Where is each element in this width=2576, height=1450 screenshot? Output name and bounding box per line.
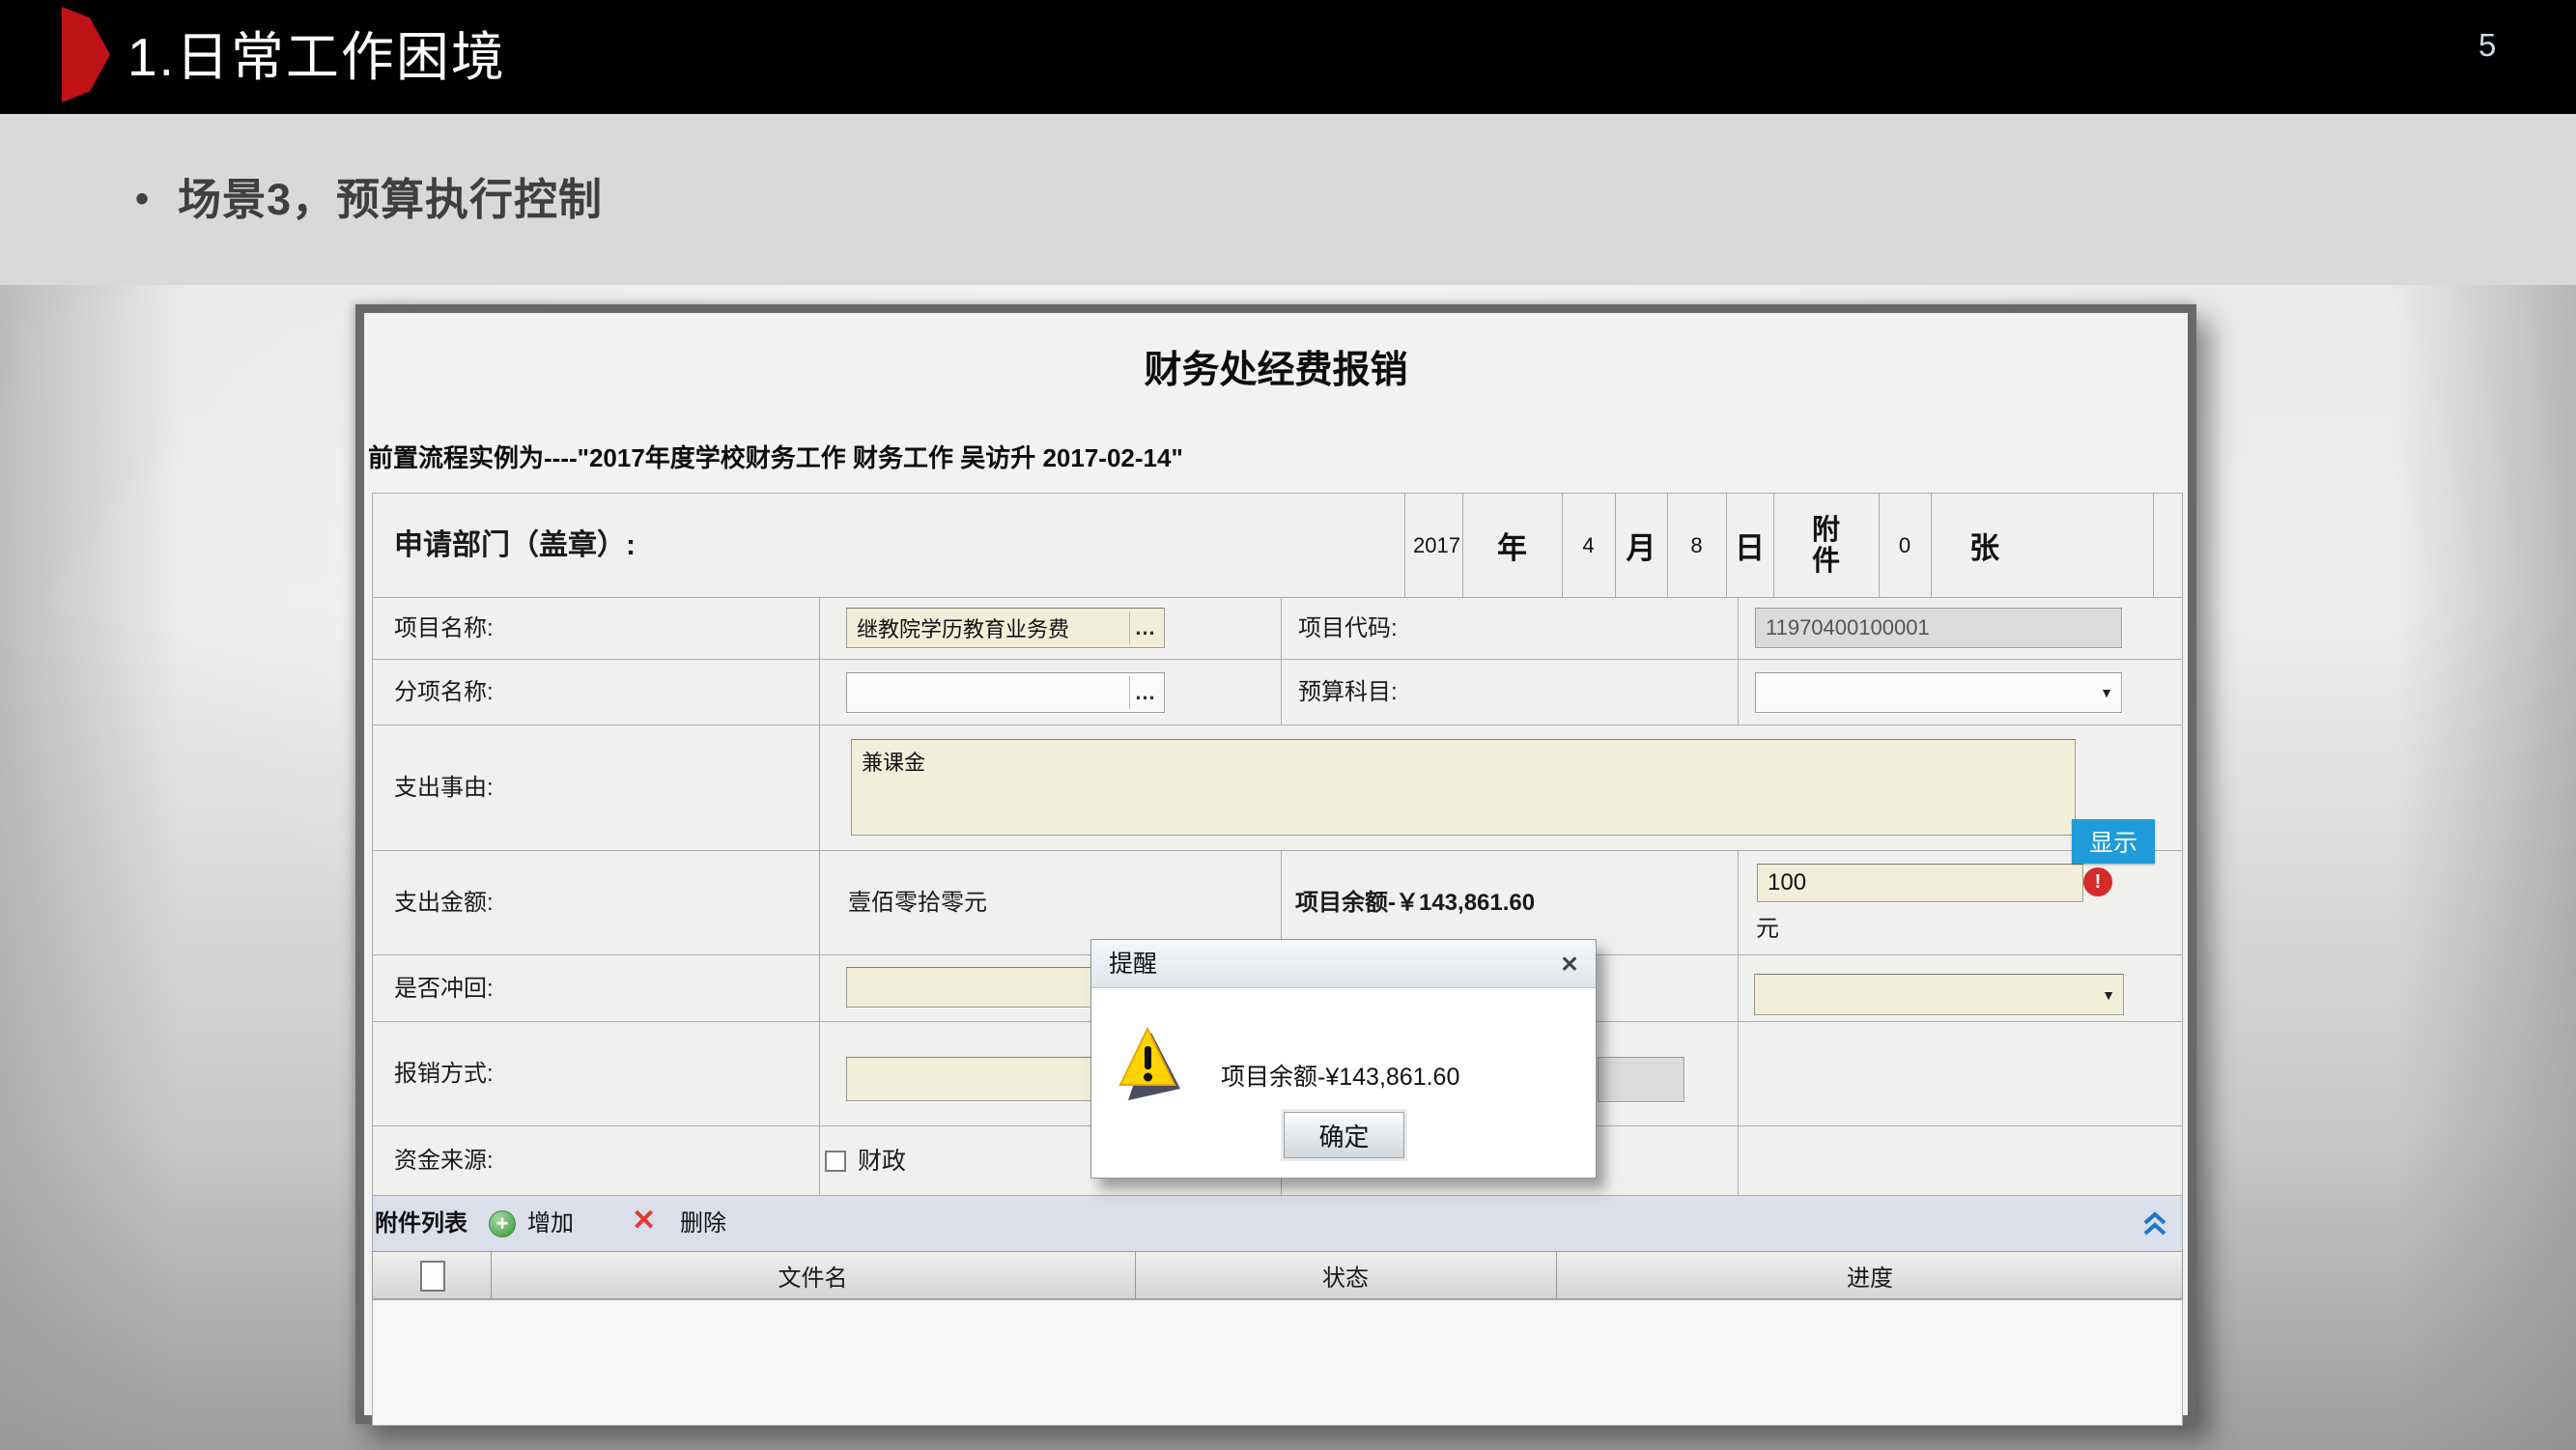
apply-dept-label: 申请部门（盖章）: xyxy=(394,494,636,598)
collapse-icon[interactable] xyxy=(2140,1210,2169,1237)
attachment-unit: 张 xyxy=(1931,494,2153,597)
error-icon: ! xyxy=(2083,867,2112,896)
sub-item-picker-button[interactable]: … xyxy=(1129,676,1160,709)
dialog-titlebar[interactable]: 提醒 ✕ xyxy=(1091,940,1596,988)
accent-flag-icon xyxy=(62,5,110,104)
page-number: 5 xyxy=(2478,27,2496,64)
dropdown-arrow-icon[interactable]: ▼ xyxy=(2102,987,2115,1003)
year-value: 2017 xyxy=(1404,494,1460,597)
slide-header-bar: 1.日常工作困境 5 xyxy=(0,0,2576,114)
show-button[interactable]: 显示 xyxy=(2072,819,2155,864)
expense-reason-textarea[interactable]: 兼课金 xyxy=(851,739,2076,836)
expense-reason-row: 支出事由: 兼课金 xyxy=(372,725,2183,850)
month-value: 4 xyxy=(1562,494,1615,597)
attachment-list-title: 附件列表 xyxy=(375,1196,467,1252)
add-button[interactable]: 增加 xyxy=(527,1196,574,1252)
column-filename: 文件名 xyxy=(491,1252,1135,1298)
budget-subject-label: 预算科目: xyxy=(1298,660,1398,725)
column-progress: 进度 xyxy=(1556,1252,2184,1298)
attachment-grid-body xyxy=(372,1299,2183,1426)
method-readonly-box xyxy=(1598,1057,1684,1102)
amount-in-words: 壹佰零拾零元 xyxy=(848,851,987,955)
fund-source-label: 资金来源: xyxy=(394,1126,494,1196)
sub-item-row: 分项名称: … 预算科目: ▼ xyxy=(372,659,2183,725)
day-unit: 日 xyxy=(1726,494,1773,597)
project-name-input[interactable]: 继教院学历教育业务费 … xyxy=(846,608,1165,648)
project-name-row: 项目名称: 继教院学历教育业务费 … 项目代码: 11970400100001 xyxy=(372,597,2183,659)
attachment-count: 0 xyxy=(1879,494,1931,597)
budget-subject-select[interactable]: ▼ xyxy=(1755,672,2122,713)
project-name-label: 项目名称: xyxy=(394,598,494,660)
expense-reason-label: 支出事由: xyxy=(394,725,494,851)
amount-input[interactable]: 100 xyxy=(1757,864,2083,902)
reverse-select[interactable]: ▼ xyxy=(1754,974,2124,1015)
form-title: 财务处经费报销 xyxy=(364,340,2188,394)
slide: 1.日常工作困境 5 • 场景3，预算执行控制 财务处经费报销 前置流程实例为-… xyxy=(0,0,2576,1450)
sub-item-input[interactable]: … xyxy=(846,672,1165,713)
add-icon[interactable]: + xyxy=(489,1210,516,1237)
year-unit: 年 xyxy=(1462,494,1562,597)
alert-dialog: 提醒 ✕ 项目余额-¥143,861.60 确定 xyxy=(1090,939,1597,1179)
dialog-message: 项目余额-¥143,861.60 xyxy=(1221,1058,1459,1093)
method-label: 报销方式: xyxy=(394,1022,494,1126)
attachment-grid-header: 文件名 状态 进度 xyxy=(372,1251,2183,1299)
amount-value: 100 xyxy=(1768,869,1806,896)
dialog-title: 提醒 xyxy=(1109,940,1157,988)
dropdown-arrow-icon[interactable]: ▼ xyxy=(2100,685,2113,700)
sub-item-label: 分项名称: xyxy=(394,660,494,725)
project-name-picker-button[interactable]: … xyxy=(1129,611,1160,644)
project-code-label: 项目代码: xyxy=(1298,598,1398,660)
apply-dept-row: 申请部门（盖章）: 2017 年 4 月 8 日 附件 0 张 xyxy=(372,493,2183,597)
expense-reason-value: 兼课金 xyxy=(862,746,925,777)
process-instance-note: 前置流程实例为----"2017年度学校财务工作 财务工作 吴访升 2017-0… xyxy=(368,439,1183,474)
reverse-label: 是否冲回: xyxy=(394,955,494,1022)
delete-button[interactable]: 删除 xyxy=(680,1196,726,1252)
ok-button[interactable]: 确定 xyxy=(1284,1112,1404,1158)
project-name-value: 继教院学历教育业务费 xyxy=(857,612,1069,643)
close-icon[interactable]: ✕ xyxy=(1555,950,1584,979)
select-all-checkbox[interactable] xyxy=(420,1261,445,1292)
month-unit: 月 xyxy=(1615,494,1667,597)
bullet-icon: • xyxy=(135,114,149,285)
fund-source-checkbox[interactable] xyxy=(825,1151,846,1172)
reimbursement-form: 财务处经费报销 前置流程实例为----"2017年度学校财务工作 财务工作 吴访… xyxy=(364,313,2188,1415)
attachment-label: 附件 xyxy=(1809,515,1844,577)
delete-icon[interactable]: ✕ xyxy=(632,1204,656,1237)
attachment-toolbar: 附件列表 + 增加 ✕ 删除 xyxy=(372,1195,2183,1251)
project-code-value: 11970400100001 xyxy=(1766,615,1930,640)
slide-subtitle: 场景3，预算执行控制 xyxy=(178,114,603,285)
slide-title: 1.日常工作困境 xyxy=(127,0,506,114)
warning-icon xyxy=(1118,1025,1184,1110)
amount-unit: 元 xyxy=(1756,909,1779,943)
expense-amount-label: 支出金额: xyxy=(394,851,494,955)
subtitle-bar: • 场景3，预算执行控制 xyxy=(0,114,2576,285)
fund-source-option-label: 财政 xyxy=(858,1126,906,1196)
project-code-input: 11970400100001 xyxy=(1755,608,2122,648)
screenshot-frame: 财务处经费报销 前置流程实例为----"2017年度学校财务工作 财务工作 吴访… xyxy=(355,304,2196,1424)
day-value: 8 xyxy=(1667,494,1726,597)
column-status: 状态 xyxy=(1135,1252,1556,1298)
